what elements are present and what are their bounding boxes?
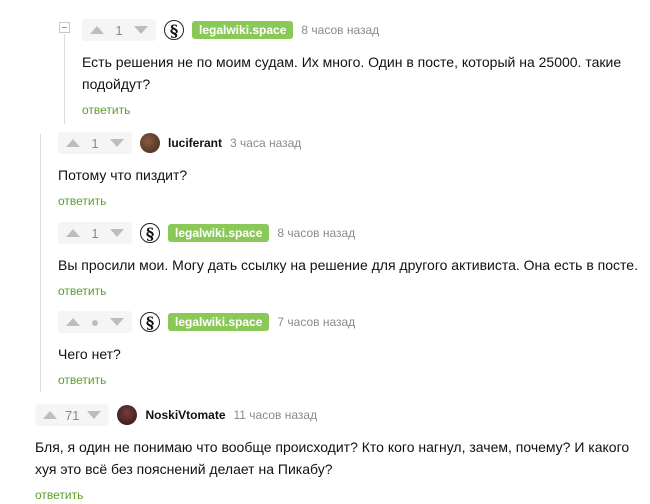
author-name[interactable]: NoskiVtomate: [145, 408, 225, 422]
comment-time[interactable]: 8 часов назад: [301, 23, 379, 37]
comment-text: Бля, я один не понимаю что вообще происх…: [35, 439, 630, 477]
comment-text: Вы просили мои. Могу дать ссылку на реше…: [58, 257, 638, 273]
upvote-icon[interactable]: [66, 229, 80, 237]
reply-link[interactable]: ответить: [82, 103, 130, 117]
comment-header: 1 § legalwiki.space 8 часов назад: [82, 19, 642, 41]
downvote-icon[interactable]: [110, 318, 124, 326]
section-sign-icon[interactable]: §: [140, 223, 160, 243]
comment-time[interactable]: 7 часов назад: [277, 315, 355, 329]
author-badge[interactable]: legalwiki.space: [168, 313, 270, 331]
vote-box: [58, 311, 132, 333]
vote-box: 1: [58, 222, 132, 244]
rating: 1: [91, 135, 99, 151]
downvote-icon[interactable]: [134, 26, 148, 34]
downvote-icon[interactable]: [87, 411, 102, 419]
user-photo-icon[interactable]: [140, 133, 160, 153]
upvote-icon[interactable]: [66, 139, 80, 147]
thread-line: [40, 134, 41, 392]
reply-link[interactable]: ответить: [58, 373, 106, 387]
upvote-icon[interactable]: [43, 411, 57, 419]
comment-header: 1 luciferant 3 часа назад: [58, 132, 638, 154]
section-sign-icon[interactable]: §: [140, 312, 160, 332]
author-badge[interactable]: legalwiki.space: [192, 21, 294, 39]
rating: 71: [65, 407, 80, 423]
reply-link[interactable]: ответить: [35, 488, 83, 502]
downvote-icon[interactable]: [110, 229, 124, 237]
upvote-icon[interactable]: [66, 318, 80, 326]
comment: 71 NoskiVtomate 11 часов назад Бля, я од…: [35, 404, 640, 504]
comment-text: Потому что пиздит?: [58, 167, 188, 183]
comment-text: Чего нет?: [58, 346, 121, 362]
upvote-icon[interactable]: [90, 26, 104, 34]
vote-box: 1: [82, 19, 156, 41]
comment: 1 § legalwiki.space 8 часов назад Есть р…: [82, 19, 642, 119]
author-badge[interactable]: legalwiki.space: [168, 224, 270, 242]
comment: § legalwiki.space 7 часов назад Чего нет…: [58, 311, 638, 389]
comment-header: 71 NoskiVtomate 11 часов назад: [35, 404, 640, 426]
author-name[interactable]: luciferant: [168, 136, 222, 150]
rating: 1: [115, 22, 123, 38]
section-sign-icon[interactable]: §: [164, 20, 184, 40]
thread-line: [64, 34, 65, 124]
comment-time[interactable]: 8 часов назад: [277, 226, 355, 240]
comment-header: § legalwiki.space 7 часов назад: [58, 311, 638, 333]
rating-neutral-dot: [88, 315, 102, 330]
reply-link[interactable]: ответить: [58, 194, 106, 208]
reply-link[interactable]: ответить: [58, 284, 106, 298]
comment: 1 luciferant 3 часа назад Потому что пиз…: [58, 132, 638, 210]
rating: 1: [91, 225, 99, 241]
user-photo-icon[interactable]: [117, 405, 138, 425]
vote-box: 71: [35, 404, 110, 426]
comment: 1 § legalwiki.space 8 часов назад Вы про…: [58, 222, 638, 300]
vote-box: 1: [58, 132, 132, 154]
comment-text: Есть решения не по моим судам. Их много.…: [82, 54, 622, 92]
collapse-thread-button[interactable]: [59, 22, 70, 33]
downvote-icon[interactable]: [110, 139, 124, 147]
comment-header: 1 § legalwiki.space 8 часов назад: [58, 222, 638, 244]
comment-time[interactable]: 11 часов назад: [234, 408, 318, 422]
comment-time[interactable]: 3 часа назад: [230, 136, 301, 150]
